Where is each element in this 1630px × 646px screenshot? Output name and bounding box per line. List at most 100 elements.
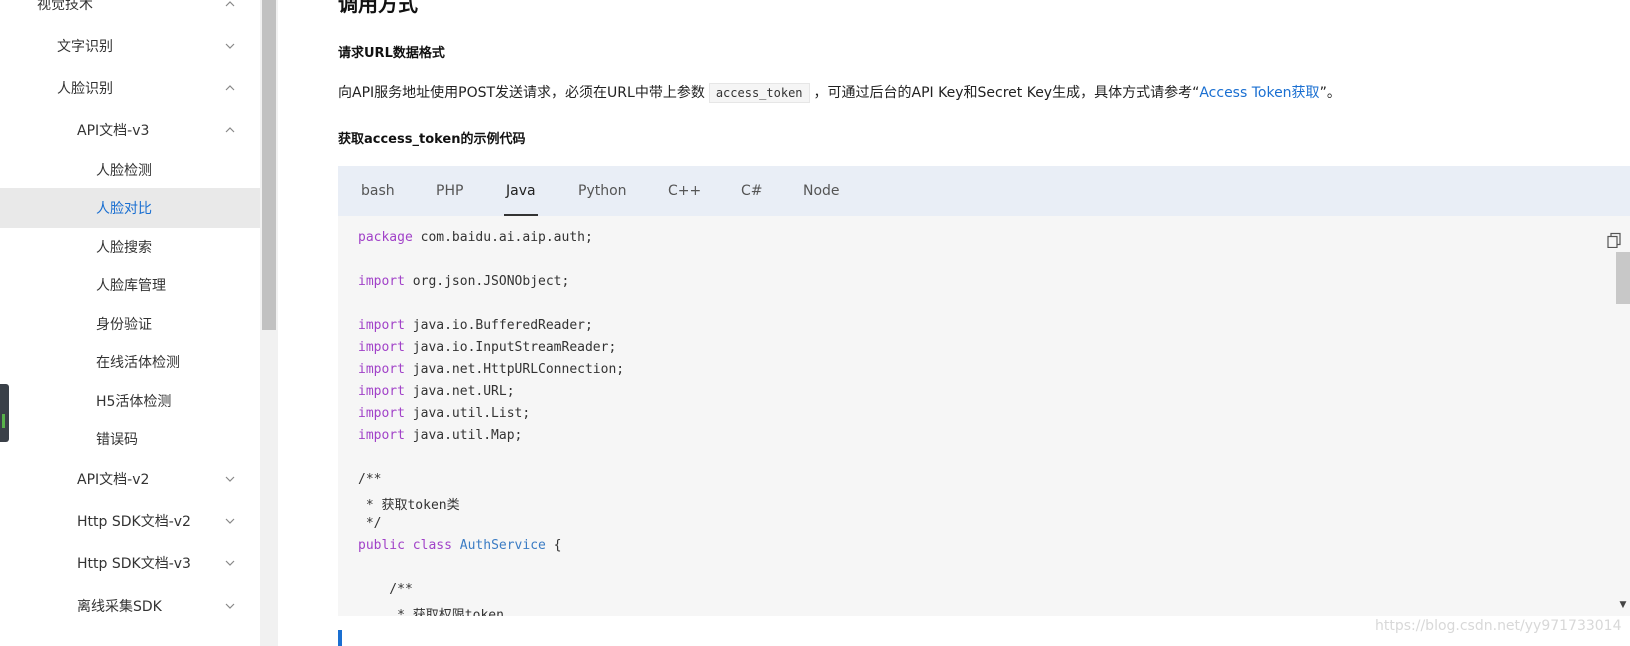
code-line: import org.json.JSONObject; <box>358 274 569 289</box>
sidebar-item[interactable]: 人脸搜索 <box>0 227 260 267</box>
code-keyword: import <box>358 406 405 421</box>
chevron-down-icon[interactable] <box>225 601 235 611</box>
code-class-name: AuthService <box>459 538 546 553</box>
sidebar-item-label: 离线采集SDK <box>77 599 162 615</box>
para-text-middle: ，可通过后台的API Key和Secret Key生成，具体方式请参考“ <box>813 85 1200 101</box>
code-keyword: import <box>358 428 405 443</box>
chevron-down-icon[interactable] <box>225 41 235 51</box>
sidebar-item[interactable]: 文字识别 <box>0 26 260 66</box>
next-block-accent <box>338 630 342 646</box>
code-text: java.net.HttpURLConnection; <box>404 362 625 377</box>
code-keyword: import <box>358 318 405 333</box>
code-line: package com.baidu.ai.aip.auth; <box>358 230 593 245</box>
sidebar-item[interactable]: H5活体检测 <box>0 381 260 421</box>
code-text: /** <box>358 472 382 487</box>
sidebar-item[interactable]: 离线采集SDK <box>0 586 260 626</box>
code-text: java.net.URL; <box>404 384 515 399</box>
tab-node[interactable]: Node <box>803 166 840 216</box>
sidebar-item[interactable]: Http SDK文档-v3 <box>0 543 260 583</box>
access-token-link[interactable]: Access Token获取 <box>1199 85 1319 101</box>
code-line: * 获取权限token <box>358 604 504 616</box>
sidebar-item-label: 人脸对比 <box>96 201 152 217</box>
tab-c-[interactable]: C# <box>741 166 763 216</box>
code-keyword: import <box>358 384 405 399</box>
sidebar-item-label: 人脸识别 <box>57 81 113 97</box>
tab-java[interactable]: Java <box>504 166 538 216</box>
widget-indicator <box>2 414 5 428</box>
chevron-down-icon[interactable] <box>225 558 235 568</box>
sidebar-item-label: API文档-v2 <box>77 472 150 488</box>
sidebar-item[interactable]: 身份验证 <box>0 304 260 344</box>
code-text: java.util.Map; <box>404 428 523 443</box>
sidebar-item[interactable]: 人脸检测 <box>0 150 260 190</box>
code-text: org.json.JSONObject; <box>404 274 570 289</box>
code-text: { <box>545 538 562 553</box>
sidebar-item-label: 人脸检测 <box>96 163 152 179</box>
para-text-after: ”。 <box>1319 85 1341 101</box>
watermark: https://blog.csdn.net/yy971733014 <box>1375 618 1622 634</box>
code-text: java.io.InputStreamReader; <box>404 340 617 355</box>
sidebar-item[interactable]: 人脸对比 <box>0 188 260 228</box>
code-keyword: package <box>358 230 413 245</box>
tab-python[interactable]: Python <box>578 166 627 216</box>
code-text: java.util.List; <box>404 406 531 421</box>
sidebar-item[interactable]: 在线活体检测 <box>0 342 260 382</box>
code-keyword: import <box>358 362 405 377</box>
sidebar-item[interactable]: 错误码 <box>0 419 260 459</box>
sidebar-item[interactable]: API文档-v3 <box>0 110 260 150</box>
access-token-code: access_token <box>708 83 810 103</box>
chevron-down-icon[interactable] <box>225 474 235 484</box>
code-text: java.io.BufferedReader; <box>404 318 593 333</box>
sidebar-nav: 视觉技术文字识别人脸识别 API文档-v3 人脸检测人脸对比人脸搜索人脸库管理身份验… <box>0 0 260 646</box>
code-line: /** <box>358 582 413 597</box>
url-format-heading: 请求URL数据格式 <box>338 46 445 61</box>
floating-side-widget[interactable] <box>0 384 9 442</box>
copy-icon[interactable] <box>1606 232 1622 249</box>
chevron-up-icon[interactable] <box>225 0 235 9</box>
sidebar-item-label: 文字识别 <box>57 39 113 55</box>
chevron-up-icon[interactable] <box>225 125 235 135</box>
tab-php[interactable]: PHP <box>436 166 463 216</box>
sidebar-item-label: API文档-v3 <box>77 123 150 139</box>
sidebar-scrollbar-thumb[interactable] <box>262 0 276 330</box>
code-line: import java.io.BufferedReader; <box>358 318 593 333</box>
sidebar-item[interactable]: API文档-v2 <box>0 459 260 499</box>
sidebar-item-label: 人脸搜索 <box>96 240 152 256</box>
sidebar-item[interactable]: Http SDK文档-v2 <box>0 501 260 541</box>
section-title: 调用方式 <box>338 0 418 16</box>
code-text: * 获取token类 <box>358 498 460 513</box>
language-tabs: bash PHP Java Python C++ C# Node <box>338 166 1630 216</box>
sidebar-item-label: Http SDK文档-v3 <box>77 556 191 572</box>
code-line: import java.util.List; <box>358 406 530 421</box>
sidebar-item[interactable]: 视觉技术 <box>0 0 260 24</box>
sidebar-item[interactable]: 人脸识别 <box>0 68 260 108</box>
scroll-down-arrow-icon[interactable]: ▼ <box>1616 600 1630 610</box>
code-text: * 获取权限token <box>358 608 504 616</box>
chevron-up-icon[interactable] <box>225 83 235 93</box>
code-line: import java.io.InputStreamReader; <box>358 340 616 355</box>
code-text: */ <box>358 516 382 531</box>
sidebar-item-label: 身份验证 <box>96 317 152 333</box>
code-line: public class AuthService { <box>358 538 562 553</box>
chevron-down-icon[interactable] <box>225 516 235 526</box>
sidebar-item-label: 错误码 <box>96 432 138 448</box>
tab-bash[interactable]: bash <box>361 166 395 216</box>
code-line: import java.util.Map; <box>358 428 522 443</box>
code-keyword: import <box>358 274 405 289</box>
main-content: 调用方式 请求URL数据格式 向API服务地址使用POST发送请求，必须在URL… <box>278 0 1630 646</box>
code-keyword: class <box>412 538 452 553</box>
sidebar-item[interactable]: 人脸库管理 <box>0 265 260 305</box>
code-line: /** <box>358 472 381 487</box>
sample-code-heading: 获取access_token的示例代码 <box>338 132 526 147</box>
code-text: /** <box>358 582 413 597</box>
sidebar-item-label: Http SDK文档-v2 <box>77 514 191 530</box>
code-line: * 获取token类 <box>358 494 460 513</box>
code-line: import java.net.URL; <box>358 384 515 399</box>
code-block: package com.baidu.ai.aip.auth; import org… <box>338 216 1630 616</box>
sidebar-item-label: H5活体检测 <box>96 394 172 410</box>
code-line: */ <box>358 516 382 531</box>
code-scrollbar-thumb[interactable] <box>1616 252 1630 304</box>
tab-c-[interactable]: C++ <box>668 166 701 216</box>
